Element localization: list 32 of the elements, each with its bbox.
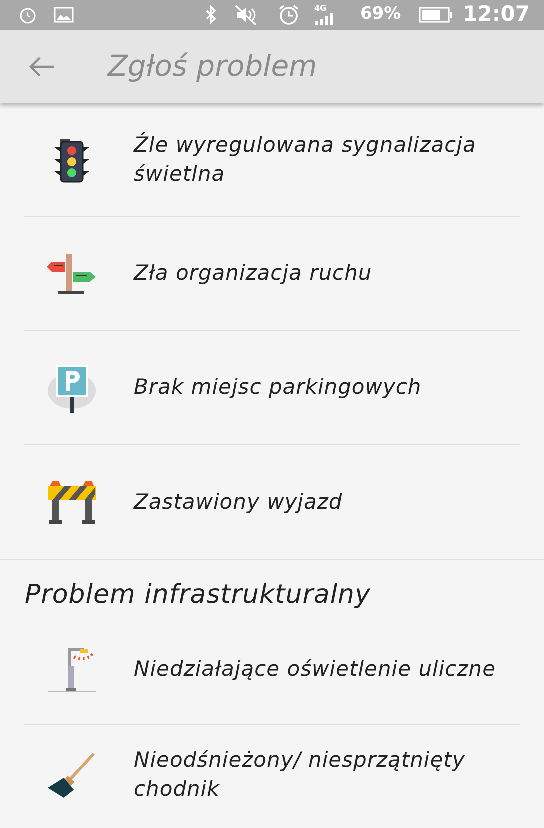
item-label: Brak miejsc parkingowych bbox=[134, 374, 422, 401]
list-item[interactable]: Niedziałające oświetlenie uliczne bbox=[24, 615, 520, 725]
image-icon bbox=[54, 7, 74, 23]
bluetooth-icon bbox=[204, 5, 218, 25]
list-item[interactable]: Zła organizacja ruchu bbox=[24, 217, 520, 331]
alarm-icon bbox=[18, 6, 38, 24]
signal-icon bbox=[314, 13, 334, 25]
street-lamp-icon bbox=[46, 646, 98, 694]
item-label: Zła organizacja ruchu bbox=[134, 260, 372, 287]
list-item[interactable]: Zastawiony wyjazd bbox=[24, 445, 520, 559]
alarm-clock-icon bbox=[278, 4, 300, 26]
battery-percent: 69% bbox=[360, 3, 402, 26]
signpost-icon bbox=[46, 252, 98, 296]
battery-icon bbox=[419, 7, 454, 23]
back-arrow-icon bbox=[28, 56, 56, 78]
network-type: 4G bbox=[314, 5, 327, 13]
list-item[interactable]: Nieodśnieżony/ niesprzątnięty chodnik bbox=[24, 725, 520, 825]
screen-title: Zgłoś problem bbox=[108, 48, 318, 85]
parking-sign-icon bbox=[46, 362, 98, 412]
item-label: Nieodśnieżony/ niesprzątnięty chodnik bbox=[134, 747, 466, 803]
road-barrier-icon bbox=[47, 480, 97, 524]
item-label: Źle wyregulowana sygnalizacja świetlna bbox=[134, 132, 478, 188]
clock: 12:07 bbox=[463, 1, 530, 28]
traffic-light-icon bbox=[52, 136, 92, 182]
section-heading: Problem infrastrukturalny bbox=[25, 579, 372, 612]
item-label: Niedziałające oświetlenie uliczne bbox=[134, 656, 496, 683]
item-label: Zastawiony wyjazd bbox=[134, 488, 343, 516]
mute-icon bbox=[234, 4, 258, 26]
broom-icon bbox=[46, 752, 98, 798]
list-item[interactable]: Brak miejsc parkingowych bbox=[24, 331, 520, 445]
list-item[interactable]: Źle wyregulowana sygnalizacja świetlna bbox=[24, 103, 520, 217]
back-button[interactable] bbox=[28, 54, 56, 78]
